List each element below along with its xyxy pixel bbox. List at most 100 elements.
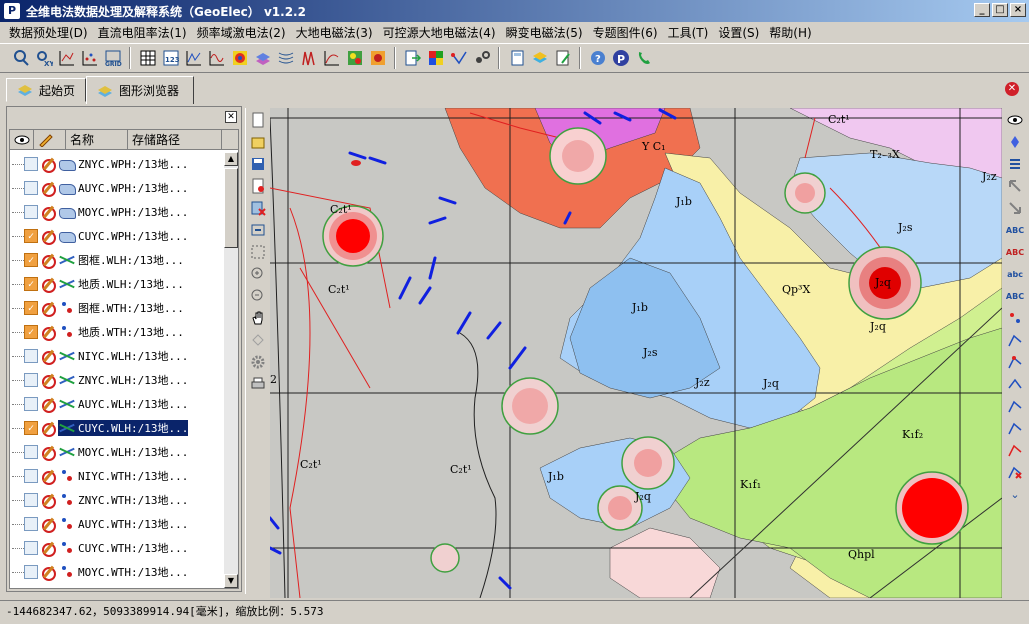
color-map-icon[interactable] [229,47,250,69]
tab-start-page[interactable]: 起始页 [6,78,86,102]
menu-mt[interactable]: 大地电磁法(3) [291,24,378,41]
line-add-icon[interactable] [1005,330,1025,350]
menu-csamt[interactable]: 可控源大地电磁法(4) [378,24,501,41]
line-edit-icon[interactable] [1005,352,1025,372]
wave-chart-icon[interactable] [206,47,227,69]
edit-lock-icon[interactable] [41,229,56,245]
layer-row[interactable]: ZNYC.WL H:/13地... [10,368,224,392]
tab-graphics-browser[interactable]: 图形浏览器 [86,76,194,104]
new-doc-icon[interactable] [248,110,268,130]
layer-list-scrollbar[interactable]: ▲ ▼ [224,152,238,588]
menu-dc-resistivity[interactable]: 直流电阻率法(1) [93,24,192,41]
fit-width-icon[interactable] [248,220,268,240]
visibility-checkbox[interactable]: ✓ [24,325,38,339]
open-icon[interactable] [248,132,268,152]
edit-lock-icon[interactable] [41,517,56,533]
points-icon[interactable] [471,47,492,69]
line-color-icon[interactable] [1005,440,1025,460]
layer-row[interactable]: ✓ 地质.WT H:/13地... [10,320,224,344]
line-chart-icon[interactable] [183,47,204,69]
edit-lock-icon[interactable] [41,277,56,293]
layer-row[interactable]: AUYC.WL H:/13地... [10,392,224,416]
text-add-icon[interactable]: ABC [1005,220,1025,240]
edit-lock-icon[interactable] [41,157,56,173]
settings-gear-icon[interactable] [248,352,268,372]
contour-tool-icon[interactable] [56,47,77,69]
edit-doc-icon[interactable] [552,47,573,69]
curve-icon[interactable] [321,47,342,69]
edit-lock-icon[interactable] [41,541,56,557]
text-edit-icon[interactable]: abc [1005,264,1025,284]
edit-lock-icon[interactable] [41,493,56,509]
menu-help[interactable]: 帮助(H) [764,24,816,41]
layer-row[interactable]: NIYC.WL H:/13地... [10,344,224,368]
visibility-checkbox[interactable]: ✓ [24,421,38,435]
scroll-thumb[interactable] [224,168,238,248]
close-tab-icon[interactable]: ✕ [1005,82,1019,96]
edit-lock-icon[interactable] [41,205,56,221]
layer-row[interactable]: ✓ CUYC.WP H:/13地... [10,224,224,248]
edit-lock-icon[interactable] [41,253,56,269]
visibility-checkbox[interactable] [24,469,38,483]
visibility-checkbox[interactable] [24,373,38,387]
menu-preprocess[interactable]: 数据预处理(D) [4,24,93,41]
menu-tools[interactable]: 工具(T) [663,24,714,41]
full-extent-icon[interactable] [248,242,268,262]
layers-icon[interactable] [252,47,273,69]
export-icon[interactable] [402,47,423,69]
menu-tem[interactable]: 瞬变电磁法(5) [501,24,588,41]
layer-row[interactable]: ZNYC.WP H:/13地... [10,152,224,176]
visibility-checkbox[interactable] [24,349,38,363]
close-doc-icon[interactable] [248,198,268,218]
point-edit-icon[interactable] [1005,308,1025,328]
remove-doc-icon[interactable] [248,176,268,196]
phone-icon[interactable] [633,47,654,69]
visibility-checkbox[interactable] [24,205,38,219]
layer-row[interactable]: NIYC.WT H:/13地... [10,464,224,488]
edit-lock-icon[interactable] [41,181,56,197]
zoom-in-icon[interactable] [248,264,268,284]
edit-lock-icon[interactable] [41,373,56,389]
menu-thematic-maps[interactable]: 专题图件(6) [588,24,663,41]
layer-row[interactable]: AUYC.WP H:/13地... [10,176,224,200]
close-button[interactable]: × [1010,3,1026,17]
menu-settings[interactable]: 设置(S) [713,24,764,41]
layer-row[interactable]: MOYC.WP H:/13地... [10,200,224,224]
visibility-checkbox[interactable]: ✓ [24,301,38,315]
line-delete-icon[interactable] [1005,462,1025,482]
pan-hand-icon[interactable] [248,308,268,328]
map-color-icon[interactable] [344,47,365,69]
save-icon[interactable] [248,154,268,174]
layer-row[interactable]: ✓ CUYC.WL H:/13地... [10,416,224,440]
layer-row[interactable]: ✓ 地质.WL H:/13地... [10,272,224,296]
line-split-icon[interactable] [1005,396,1025,416]
edit-column-header[interactable] [34,130,66,149]
visible-column-header[interactable] [10,130,34,149]
arrow-up-left-icon[interactable] [1005,176,1025,196]
visibility-checkbox[interactable] [24,445,38,459]
text-delete-icon[interactable]: ABC [1005,242,1025,262]
visibility-checkbox[interactable]: ✓ [24,253,38,267]
visibility-checkbox[interactable] [24,397,38,411]
palette-icon[interactable] [425,47,446,69]
edit-lock-icon[interactable] [41,565,56,581]
edit-lock-icon[interactable] [41,421,56,437]
visibility-checkbox[interactable]: ✓ [24,229,38,243]
xyz-tool-icon[interactable]: XYZ [33,47,54,69]
layer-row[interactable]: AUYC.WT H:/13地... [10,512,224,536]
menu-frequency-ip[interactable]: 频率域激电法(2) [192,24,291,41]
table-icon[interactable] [137,47,158,69]
name-column-header[interactable]: 名称 [66,130,128,149]
visibility-checkbox[interactable] [24,541,38,555]
profile-icon[interactable] [298,47,319,69]
visibility-checkbox[interactable] [24,493,38,507]
edit-lock-icon[interactable] [41,349,56,365]
edit-lock-icon[interactable] [41,397,56,413]
layer-row[interactable]: CUYC.WT H:/13地... [10,536,224,560]
vector-icon[interactable] [448,47,469,69]
scatter-tool-icon[interactable] [79,47,100,69]
visibility-checkbox[interactable] [24,181,38,195]
data-123-icon[interactable]: 123 [160,47,181,69]
visibility-checkbox[interactable]: ✓ [24,277,38,291]
help-icon[interactable]: ? [587,47,608,69]
